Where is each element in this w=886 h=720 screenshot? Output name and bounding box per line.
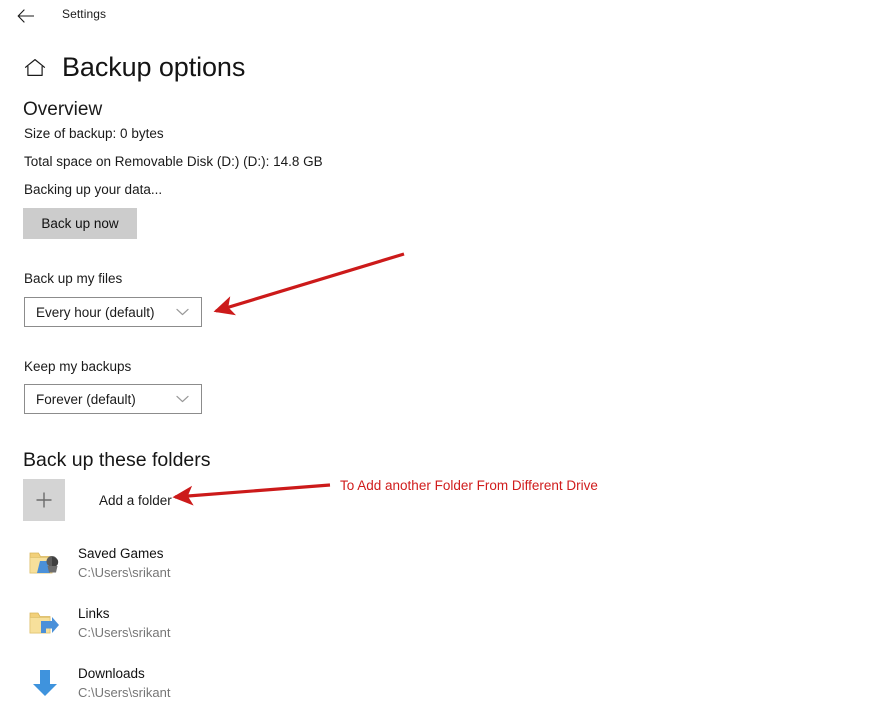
overview-heading: Overview	[23, 99, 103, 120]
backup-frequency-dropdown[interactable]: Every hour (default)	[24, 297, 202, 327]
chevron-down-icon	[169, 395, 201, 403]
app-title: Settings	[62, 7, 107, 21]
backed-up-folders-list: Saved Games C:\Users\srikant Links C:\Us…	[23, 540, 423, 720]
titlebar: Settings	[0, 0, 886, 32]
add-folder-annotation-text: To Add another Folder From Different Dri…	[340, 478, 598, 493]
chevron-down-icon	[169, 308, 201, 316]
list-item[interactable]: Links C:\Users\srikant	[23, 600, 423, 646]
folder-text-group: Links C:\Users\srikant	[78, 604, 170, 642]
links-shortcut-folder-icon	[23, 603, 67, 643]
downloads-arrow-icon	[23, 663, 67, 703]
folder-text-group: Downloads C:\Users\srikant	[78, 664, 170, 702]
backup-size-text: Size of backup: 0 bytes	[24, 126, 164, 141]
plus-icon	[23, 479, 65, 521]
folder-text-group: Saved Games C:\Users\srikant	[78, 544, 170, 582]
back-arrow-icon	[16, 9, 34, 23]
saved-games-folder-icon	[23, 543, 67, 583]
folder-name: Downloads	[78, 666, 145, 681]
keep-backups-label: Keep my backups	[24, 359, 132, 374]
folder-path: C:\Users\srikant	[78, 685, 171, 700]
add-a-folder-button[interactable]: Add a folder	[23, 479, 172, 521]
list-item[interactable]: Downloads C:\Users\srikant	[23, 660, 423, 706]
red-arrow-to-dropdown-icon	[213, 252, 405, 316]
folder-path: C:\Users\srikant	[78, 565, 171, 580]
home-icon[interactable]	[22, 55, 48, 81]
back-button[interactable]	[12, 4, 38, 28]
page-header: Backup options	[22, 52, 245, 83]
add-a-folder-label: Add a folder	[99, 492, 172, 508]
backup-files-label: Back up my files	[24, 271, 123, 286]
folder-name: Saved Games	[78, 546, 164, 561]
keep-backups-dropdown[interactable]: Forever (default)	[24, 384, 202, 414]
back-up-now-button[interactable]: Back up now	[23, 208, 137, 239]
total-space-text: Total space on Removable Disk (D:) (D:):…	[24, 154, 323, 169]
keep-backups-value: Forever (default)	[36, 391, 136, 407]
folder-name: Links	[78, 606, 110, 621]
list-item[interactable]: Saved Games C:\Users\srikant	[23, 540, 423, 586]
folders-heading: Back up these folders	[23, 449, 211, 471]
backup-status-text: Backing up your data...	[24, 182, 163, 197]
backup-frequency-value: Every hour (default)	[36, 304, 155, 320]
folder-path: C:\Users\srikant	[78, 625, 171, 640]
red-arrow-to-add-folder-icon	[172, 483, 331, 506]
page-title: Backup options	[62, 52, 246, 82]
